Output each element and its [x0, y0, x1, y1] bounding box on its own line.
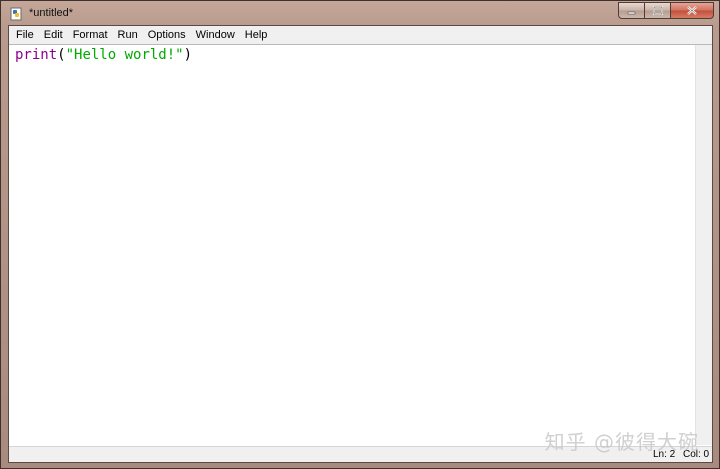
code-token-string: "Hello world!" — [65, 47, 184, 63]
maximize-button[interactable] — [644, 2, 670, 19]
vertical-scrollbar[interactable] — [695, 45, 712, 445]
code-token-open-paren: ( — [57, 47, 66, 63]
menu-run[interactable]: Run — [113, 26, 143, 44]
menu-options[interactable]: Options — [143, 26, 191, 44]
menu-edit[interactable]: Edit — [39, 26, 68, 44]
watermark-text: 知乎 @彼得大碗 — [544, 430, 699, 454]
minimize-button[interactable] — [618, 2, 644, 19]
menu-format[interactable]: Format — [68, 26, 113, 44]
close-icon — [687, 6, 697, 15]
python-app-icon[interactable] — [10, 7, 24, 21]
title-bar[interactable]: *untitled* — [1, 1, 719, 27]
menu-file[interactable]: File — [9, 26, 39, 44]
window-title: *untitled* — [29, 7, 74, 19]
menu-bar: File Edit Format Run Options Window Help — [9, 26, 712, 44]
close-button[interactable] — [670, 2, 714, 19]
code-editor[interactable]: print("Hello world!") — [9, 44, 712, 446]
client-area: File Edit Format Run Options Window Help… — [8, 25, 713, 463]
code-token-close-paren: ) — [183, 47, 193, 63]
code-line-1[interactable]: print("Hello world!") — [15, 46, 695, 64]
minimize-icon — [627, 11, 636, 15]
maximize-icon — [652, 6, 663, 15]
menu-help[interactable]: Help — [240, 26, 273, 44]
caption-buttons — [618, 2, 714, 20]
idle-editor-window: *untitled* File Edit Format Run Options … — [0, 0, 720, 469]
code-token-builtin: print — [15, 47, 58, 63]
menu-window[interactable]: Window — [191, 26, 240, 44]
